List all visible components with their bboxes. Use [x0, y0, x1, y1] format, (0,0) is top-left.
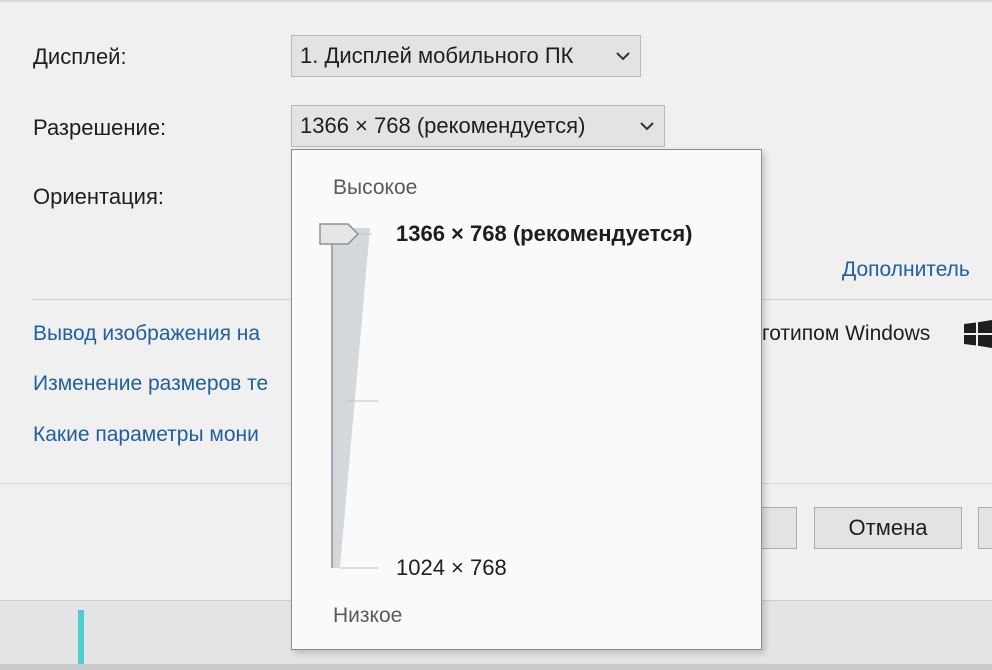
windows-logo-icon — [964, 320, 992, 348]
screen-resolution-window: Дисплей: 1. Дисплей мобильного ПК Разреш… — [0, 0, 992, 670]
orientation-label: Ориентация: — [33, 184, 165, 209]
resolution-dropdown: Высокое 1366 × 768 (рекомендуется) 1024 … — [291, 149, 762, 650]
advanced-settings-link[interactable]: Дополнитель — [842, 258, 970, 282]
apply-button[interactable] — [978, 507, 992, 549]
resolution-option-recommended[interactable]: 1366 × 768 (рекомендуется) — [396, 221, 693, 247]
resolution-select-value: 1366 × 768 (рекомендуется) — [300, 113, 586, 138]
chevron-down-icon — [616, 52, 630, 61]
resolution-label: Разрешение: — [33, 115, 167, 140]
display-select-value: 1. Дисплей мобильного ПК — [300, 43, 574, 68]
low-resolution-label: Низкое — [333, 604, 403, 627]
resolution-select[interactable]: 1366 × 768 (рекомендуется) — [291, 105, 665, 147]
taskbar-bottom-edge — [0, 664, 992, 670]
project-shortcut-text: готипом Windows — [762, 322, 931, 345]
resize-text-link[interactable]: Изменение размеров те — [33, 372, 268, 396]
top-divider — [0, 0, 992, 2]
display-label: Дисплей: — [33, 44, 127, 69]
slider-track — [332, 228, 370, 568]
taskbar-active-indicator — [78, 610, 84, 670]
chevron-down-icon — [640, 122, 654, 131]
resolution-option-min[interactable]: 1024 × 768 — [396, 555, 507, 581]
monitor-params-link[interactable]: Какие параметры мони — [33, 423, 259, 447]
display-select[interactable]: 1. Дисплей мобильного ПК — [291, 35, 641, 77]
project-display-link[interactable]: Вывод изображения на — [33, 322, 260, 346]
cancel-button[interactable]: Отмена — [814, 507, 962, 549]
